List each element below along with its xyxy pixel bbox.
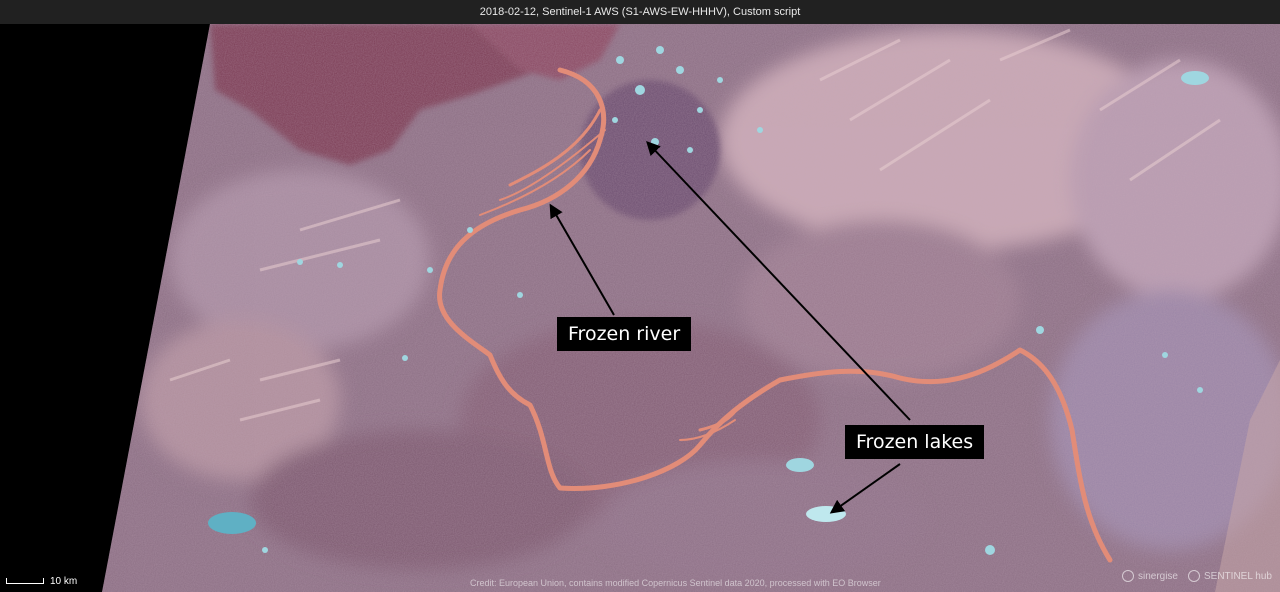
data-credit: Credit: European Union, contains modifie…: [470, 578, 881, 588]
image-info-bar: 2018-02-12, Sentinel-1 AWS (S1-AWS-EW-HH…: [0, 0, 1280, 24]
logos: sinergise SENTINEL hub: [1121, 570, 1272, 582]
scale-bar: 10 km: [6, 574, 77, 588]
scale-label: 10 km: [50, 575, 78, 587]
sinergise-logo[interactable]: sinergise: [1121, 570, 1178, 582]
map-viewer[interactable]: 2018-02-12, Sentinel-1 AWS (S1-AWS-EW-HH…: [0, 0, 1280, 592]
sentinel-hub-logo[interactable]: SENTINEL hub: [1188, 570, 1272, 582]
sentinel-hub-icon: [1188, 570, 1200, 582]
frozen-river-label: Frozen river: [557, 317, 692, 351]
scale-line: [6, 578, 44, 584]
image-title: 2018-02-12, Sentinel-1 AWS (S1-AWS-EW-HH…: [479, 6, 801, 18]
satellite-image[interactable]: [0, 0, 1280, 592]
terrain-layer: [102, 24, 1280, 592]
sinergise-icon: [1121, 570, 1134, 582]
frozen-lakes-label: Frozen lakes: [845, 425, 985, 459]
